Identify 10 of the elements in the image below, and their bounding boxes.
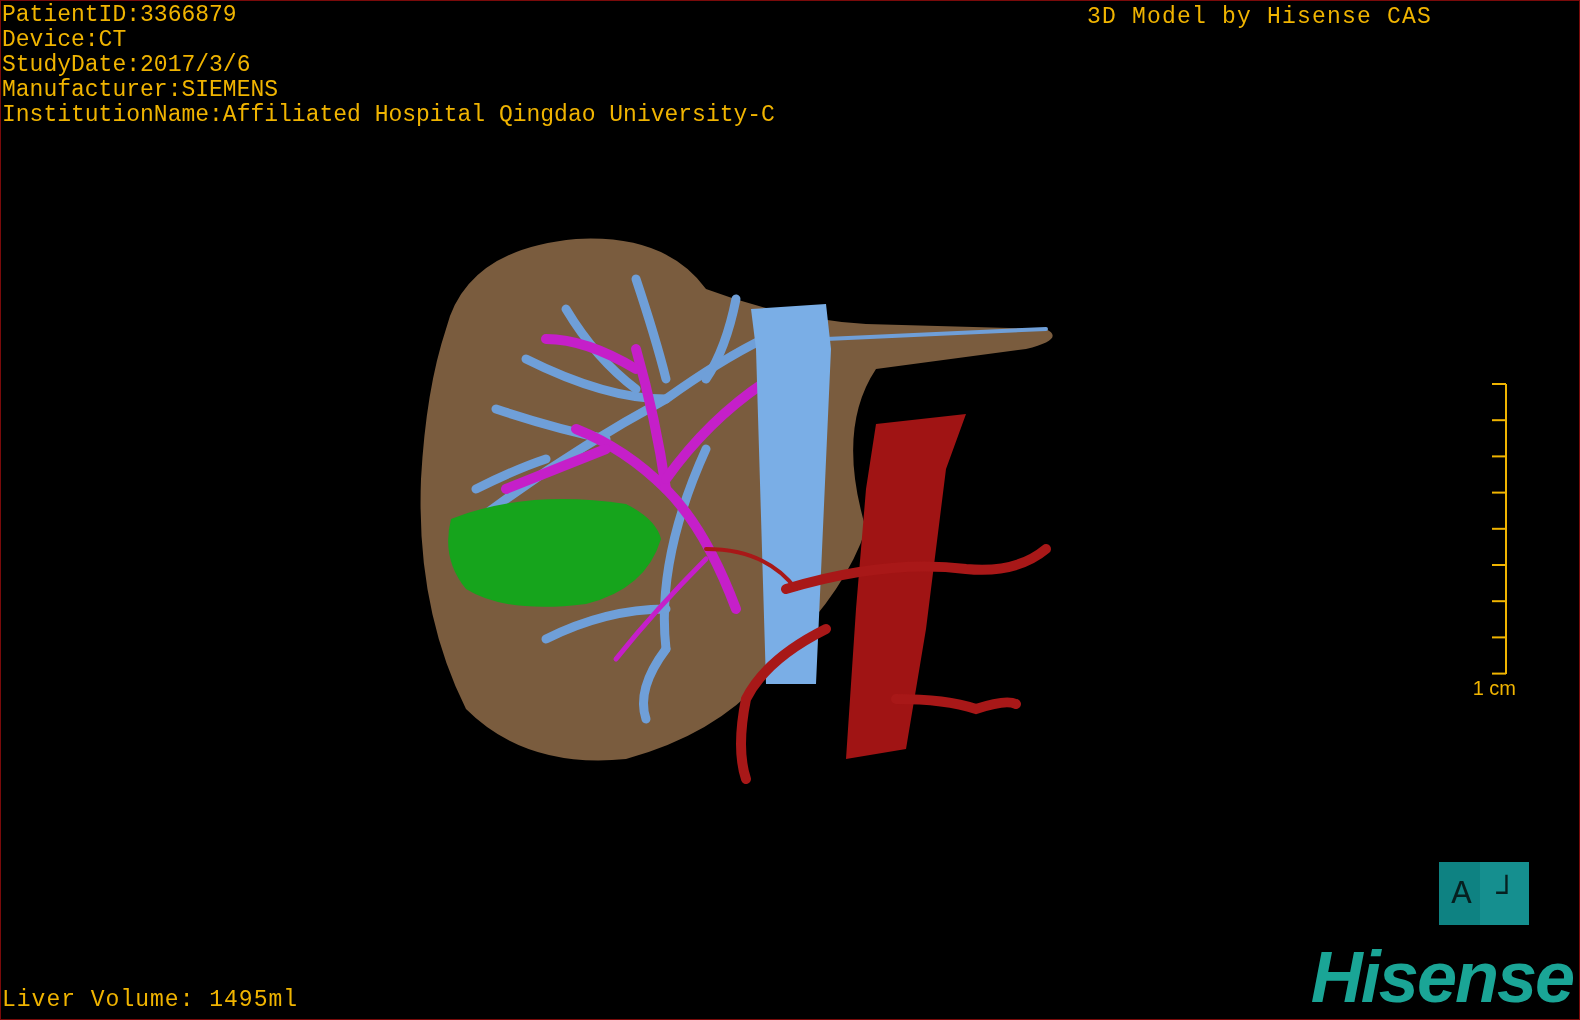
scale-label: 1 cm [1472,677,1516,700]
patient-info-text: Device:CT [2,28,128,53]
patient-info-text: Manufacturer:SIEMENS [2,78,280,103]
patient-info-text: InstitutionName:Affiliated Hospital Qingdao University-C [2,103,775,128]
liver-volume-text: Liver Volume: 1495ml [2,987,299,1013]
logo: Hisense [1310,941,1573,1013]
orientation-marker[interactable]: A ┘ [1439,862,1529,925]
patient-info-text: StudyDate:2017/3/6 [2,53,252,78]
model-credit-text: 3D Model by Hisense CAS [1087,4,1433,30]
patient-info-text: PatientID:3366879 [2,3,238,28]
